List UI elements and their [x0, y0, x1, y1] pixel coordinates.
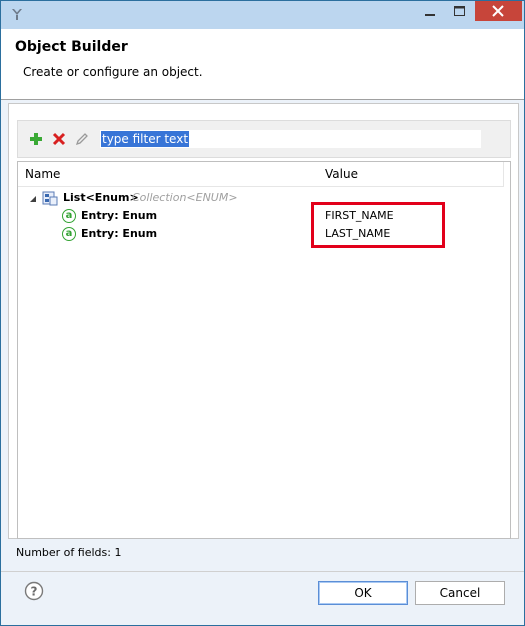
root-node-label: List<Enum> [63, 191, 139, 204]
dialog-description: Create or configure an object. [23, 65, 203, 79]
column-header-value[interactable]: Value [319, 162, 504, 187]
dialog-title: Object Builder [15, 39, 128, 55]
add-icon[interactable] [28, 131, 44, 147]
edit-icon[interactable] [74, 131, 90, 147]
close-icon [492, 5, 504, 17]
title-bar [1, 1, 524, 29]
remove-icon[interactable] [51, 131, 67, 147]
minimize-icon [425, 14, 435, 16]
root-node-type: Collection<ENUM> [132, 191, 238, 204]
svg-text:?: ? [31, 585, 38, 599]
value-highlight-box [311, 202, 445, 248]
object-table[interactable]: Name Value List<Enum> Collection<ENUM> a… [17, 161, 511, 539]
ok-button[interactable]: OK [318, 581, 408, 605]
dialog-header: Object Builder Create or configure an ob… [1, 29, 524, 99]
entry-label: Entry: Enum [81, 227, 158, 240]
content-panel: type filter text Name Value List<Enum> C… [8, 103, 519, 539]
app-icon [12, 9, 22, 20]
help-icon[interactable]: ? [24, 581, 44, 601]
object-builder-dialog: Object Builder Create or configure an ob… [0, 0, 525, 626]
status-text: Number of fields: 1 [16, 546, 122, 559]
enum-entry-icon: a [62, 209, 76, 223]
expand-triangle-icon[interactable] [29, 195, 37, 203]
entry-label: Entry: Enum [81, 209, 158, 222]
maximize-button[interactable] [445, 1, 475, 21]
minimize-button[interactable] [415, 1, 445, 21]
footer-divider [1, 571, 524, 572]
filter-selected-text: type filter text [101, 131, 190, 147]
toolbar: type filter text [17, 120, 511, 158]
list-icon [42, 191, 58, 206]
enum-entry-icon: a [62, 227, 76, 241]
header-divider [1, 99, 524, 100]
close-button[interactable] [475, 1, 522, 21]
maximize-icon [454, 6, 465, 16]
cancel-button[interactable]: Cancel [415, 581, 505, 605]
column-header-name[interactable]: Name [18, 162, 326, 187]
